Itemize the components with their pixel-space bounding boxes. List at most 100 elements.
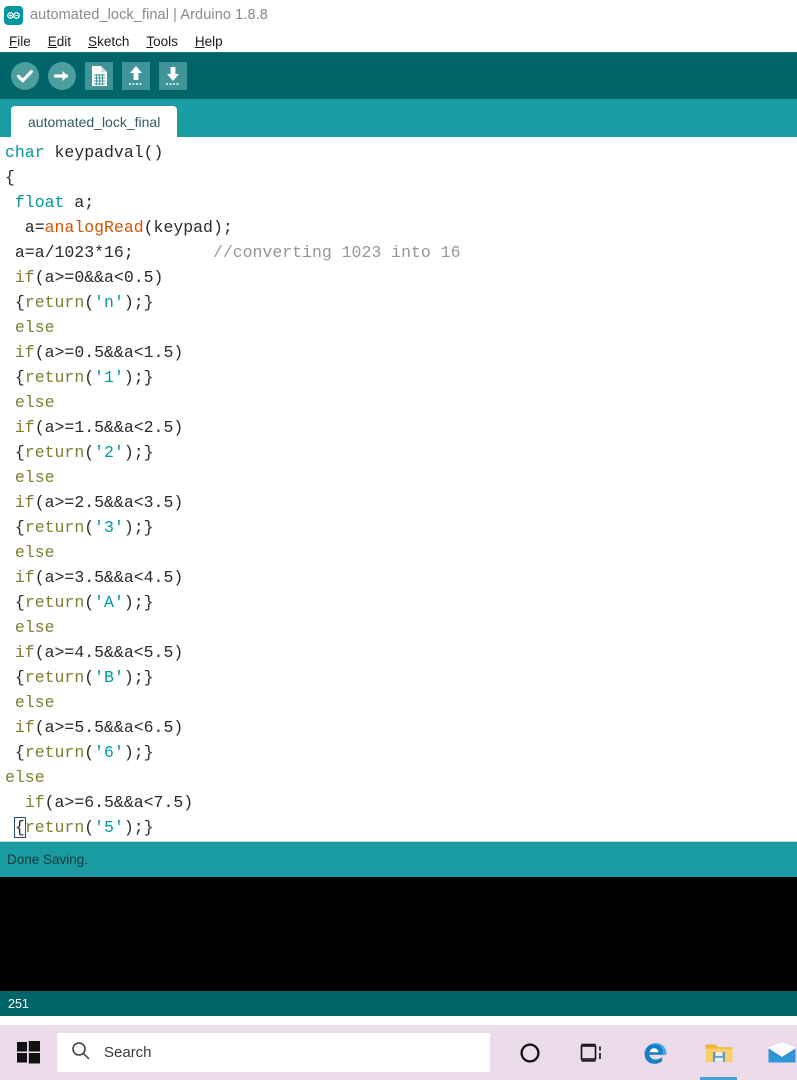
code-token: 'n' xyxy=(94,293,124,312)
search-icon xyxy=(71,1041,90,1065)
menu-item-tools[interactable]: Tools xyxy=(146,34,178,49)
code-line: else xyxy=(5,615,797,640)
code-line: else xyxy=(5,465,797,490)
windows-taskbar: Search xyxy=(0,1025,797,1080)
code-token: (a>=3.5&&a<4.5) xyxy=(34,568,184,587)
code-text[interactable]: char keypadval() { float a; a=analogRead (… xyxy=(0,140,797,840)
task-view-icon[interactable] xyxy=(561,1025,624,1080)
code-token: else xyxy=(5,768,45,787)
line-number-indicator: 251 xyxy=(8,996,29,1011)
code-line: else xyxy=(5,765,797,790)
code-token: { xyxy=(5,593,25,612)
code-token: return xyxy=(24,518,85,537)
mail-icon[interactable] xyxy=(750,1025,797,1080)
windows-logo-icon xyxy=(17,1041,40,1064)
code-token: (a>=5.5&&a<6.5) xyxy=(34,718,184,737)
code-token: );} xyxy=(123,293,154,312)
code-token: ( xyxy=(84,818,95,837)
code-token: return xyxy=(24,668,85,687)
code-token: '1' xyxy=(94,368,124,387)
code-token: else xyxy=(14,393,55,412)
code-line: {return('B');} xyxy=(5,665,797,690)
code-token: a= xyxy=(5,218,45,237)
code-token: float xyxy=(14,193,65,212)
code-line: else xyxy=(5,315,797,340)
code-line: a=a/1023*16; //converting 1023 into 16 xyxy=(5,240,797,265)
code-token: '2' xyxy=(94,443,124,462)
code-editor[interactable]: char keypadval() { float a; a=analogRead (… xyxy=(0,137,797,841)
code-token: ( xyxy=(84,443,95,462)
code-token: 'B' xyxy=(94,668,124,687)
code-token: return xyxy=(24,818,85,837)
arduino-infinity-icon xyxy=(4,5,23,25)
code-line: if(a>=6.5&&a<7.5) xyxy=(5,790,797,815)
code-token: else xyxy=(14,543,55,562)
open-button[interactable] xyxy=(119,59,153,93)
menu-item-edit[interactable]: Edit xyxy=(48,34,71,49)
code-line: else xyxy=(5,390,797,415)
console-output[interactable] xyxy=(0,877,797,991)
arduino-ide-window: automated_lock_final | Arduino 1.8.8 Fil… xyxy=(0,0,797,1080)
upload-button[interactable] xyxy=(45,59,79,93)
code-token: else xyxy=(14,693,55,712)
code-token: return xyxy=(24,743,85,762)
verify-button[interactable] xyxy=(8,59,42,93)
code-token: return xyxy=(24,293,85,312)
code-token: else xyxy=(14,468,55,487)
code-token: ( xyxy=(84,518,95,537)
code-line: {return('A');} xyxy=(5,590,797,615)
menu-bar: File Edit Sketch Tools Help xyxy=(0,30,797,52)
code-token: { xyxy=(5,168,15,187)
code-token: (a>=0.5&&a<1.5) xyxy=(34,343,184,362)
code-token: );} xyxy=(123,518,154,537)
code-line: {return('n');} xyxy=(5,290,797,315)
code-line: if(a>=2.5&&a<3.5) xyxy=(5,490,797,515)
search-input[interactable]: Search xyxy=(57,1033,490,1072)
status-bar: Done Saving. xyxy=(0,841,797,877)
cortana-icon[interactable] xyxy=(498,1025,561,1080)
code-line: if(a>=0.5&&a<1.5) xyxy=(5,340,797,365)
code-token: analogRead xyxy=(44,218,144,237)
code-token: ( xyxy=(84,743,95,762)
menu-item-help[interactable]: Help xyxy=(195,34,223,49)
code-line: else xyxy=(5,690,797,715)
menu-item-file[interactable]: File xyxy=(9,34,31,49)
code-token: );} xyxy=(123,593,154,612)
code-token: ( xyxy=(84,668,95,687)
code-token: { xyxy=(5,743,25,762)
code-token: char xyxy=(5,143,55,162)
menu-item-sketch[interactable]: Sketch xyxy=(88,34,129,49)
code-line: {return('1');} xyxy=(5,365,797,390)
save-button[interactable] xyxy=(156,59,190,93)
code-token: if xyxy=(14,718,35,737)
code-token: );} xyxy=(123,368,154,387)
code-line: {return('5');} xyxy=(5,815,797,840)
code-token: ( xyxy=(84,293,95,312)
edge-icon[interactable] xyxy=(624,1025,687,1080)
code-token: '6' xyxy=(94,743,124,762)
code-line: {return('3');} xyxy=(5,515,797,540)
code-token: if xyxy=(14,343,35,362)
code-token: else xyxy=(14,618,55,637)
taskbar-icons xyxy=(498,1025,797,1080)
code-token: keypadval() xyxy=(54,143,164,162)
code-token: (a>=2.5&&a<3.5) xyxy=(34,493,184,512)
tab-automated-lock-final[interactable]: automated_lock_final xyxy=(11,106,178,137)
code-line: float a; xyxy=(5,190,797,215)
code-token: (a>=4.5&&a<5.5) xyxy=(34,643,184,662)
file-explorer-icon[interactable] xyxy=(687,1025,750,1080)
code-token: (a>=0&&a<0.5) xyxy=(34,268,164,287)
code-line: if(a>=0&&a<0.5) xyxy=(5,265,797,290)
new-button[interactable] xyxy=(82,59,116,93)
start-button[interactable] xyxy=(0,1025,57,1080)
code-line: {return('6');} xyxy=(5,740,797,765)
code-token: { xyxy=(5,293,25,312)
code-line: if(a>=1.5&&a<2.5) xyxy=(5,415,797,440)
